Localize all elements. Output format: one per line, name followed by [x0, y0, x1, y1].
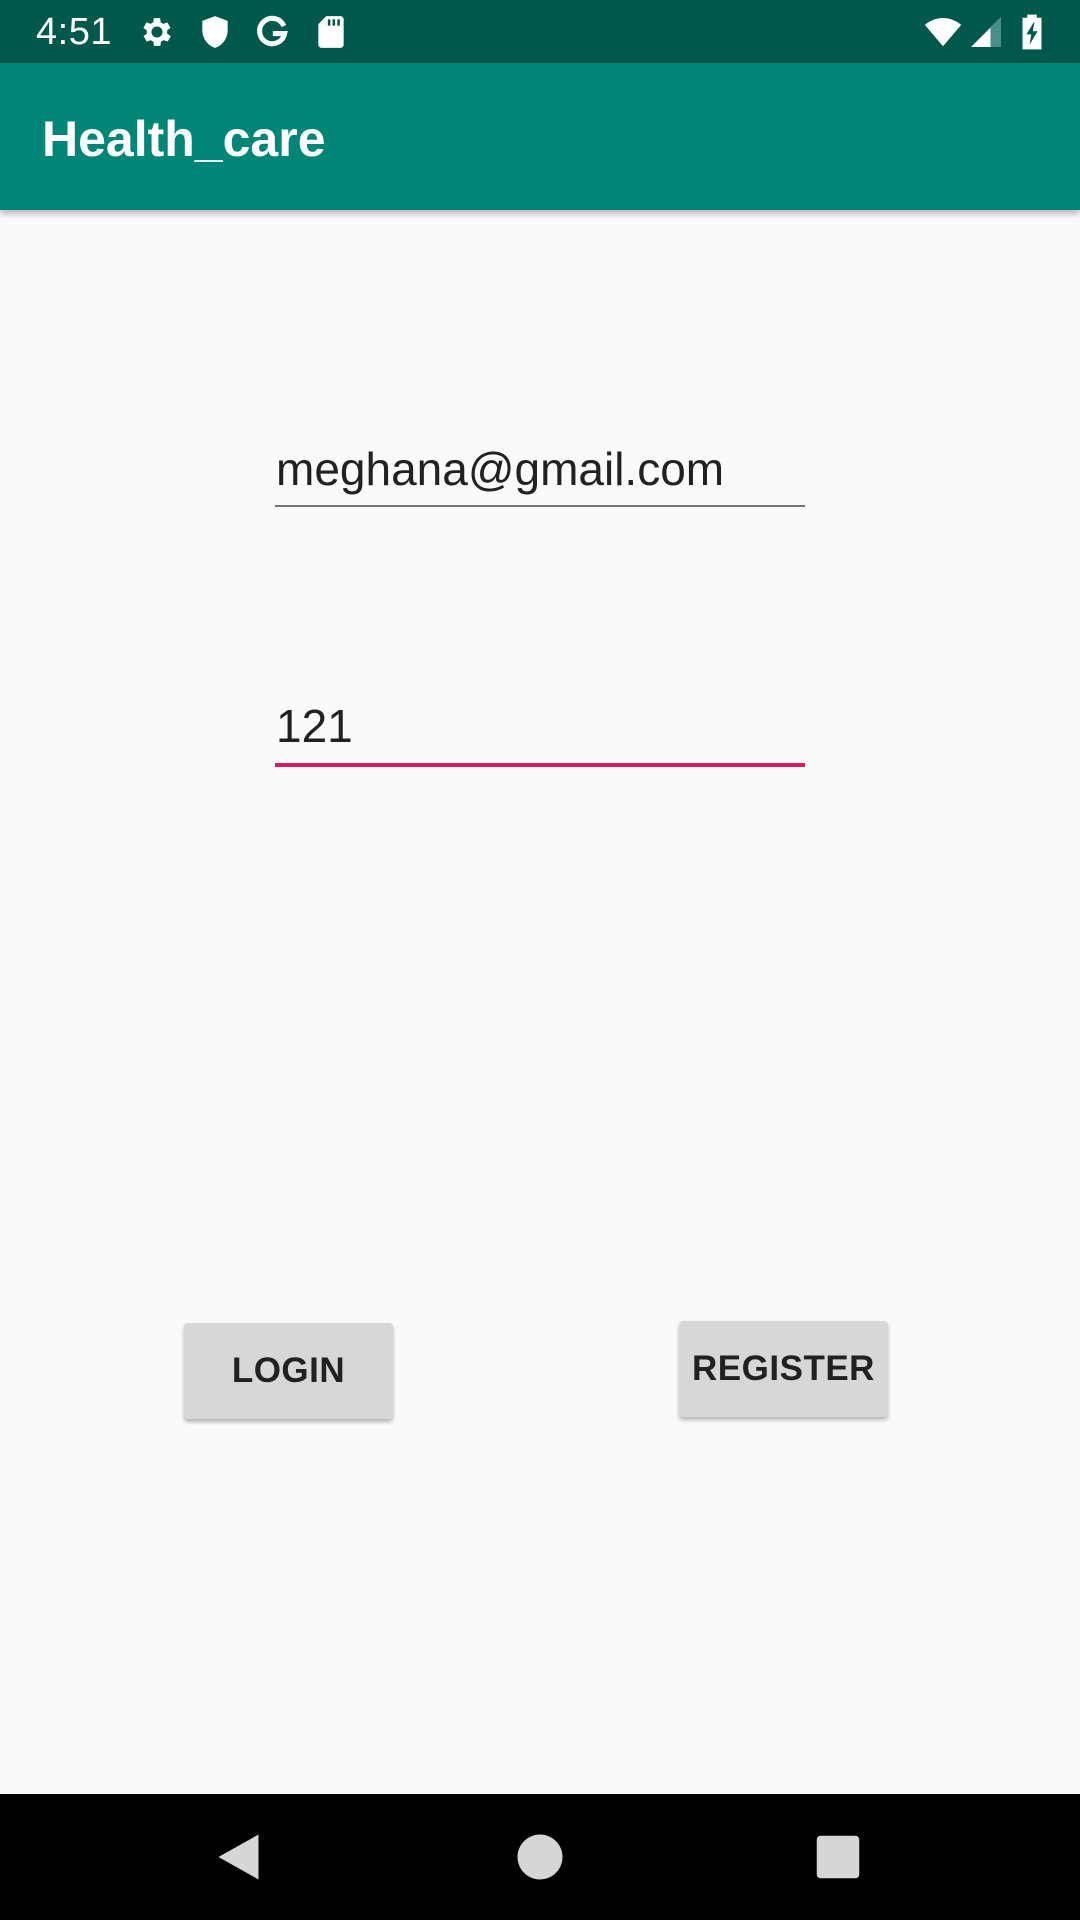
settings-icon	[138, 13, 176, 51]
app-bar: Health_care	[0, 63, 1080, 210]
shield-icon	[196, 13, 234, 51]
status-time: 4:51	[36, 11, 112, 53]
status-bar: 4:51	[0, 0, 1080, 63]
wifi-icon	[921, 13, 965, 51]
sd-card-icon	[312, 13, 350, 51]
register-button[interactable]: REGISTER	[679, 1321, 888, 1417]
password-field[interactable]: 121	[275, 698, 805, 767]
google-icon	[253, 13, 291, 51]
signal-icon	[968, 13, 1004, 51]
app-title: Health_care	[42, 111, 326, 167]
home-icon[interactable]	[510, 1827, 570, 1887]
navigation-bar	[0, 1794, 1080, 1920]
recents-icon[interactable]	[808, 1827, 868, 1887]
back-icon[interactable]	[211, 1827, 271, 1887]
battery-charging-icon	[1015, 13, 1049, 51]
login-button[interactable]: LOGIN	[184, 1323, 393, 1419]
email-field[interactable]: meghana@gmail.com	[275, 441, 805, 507]
